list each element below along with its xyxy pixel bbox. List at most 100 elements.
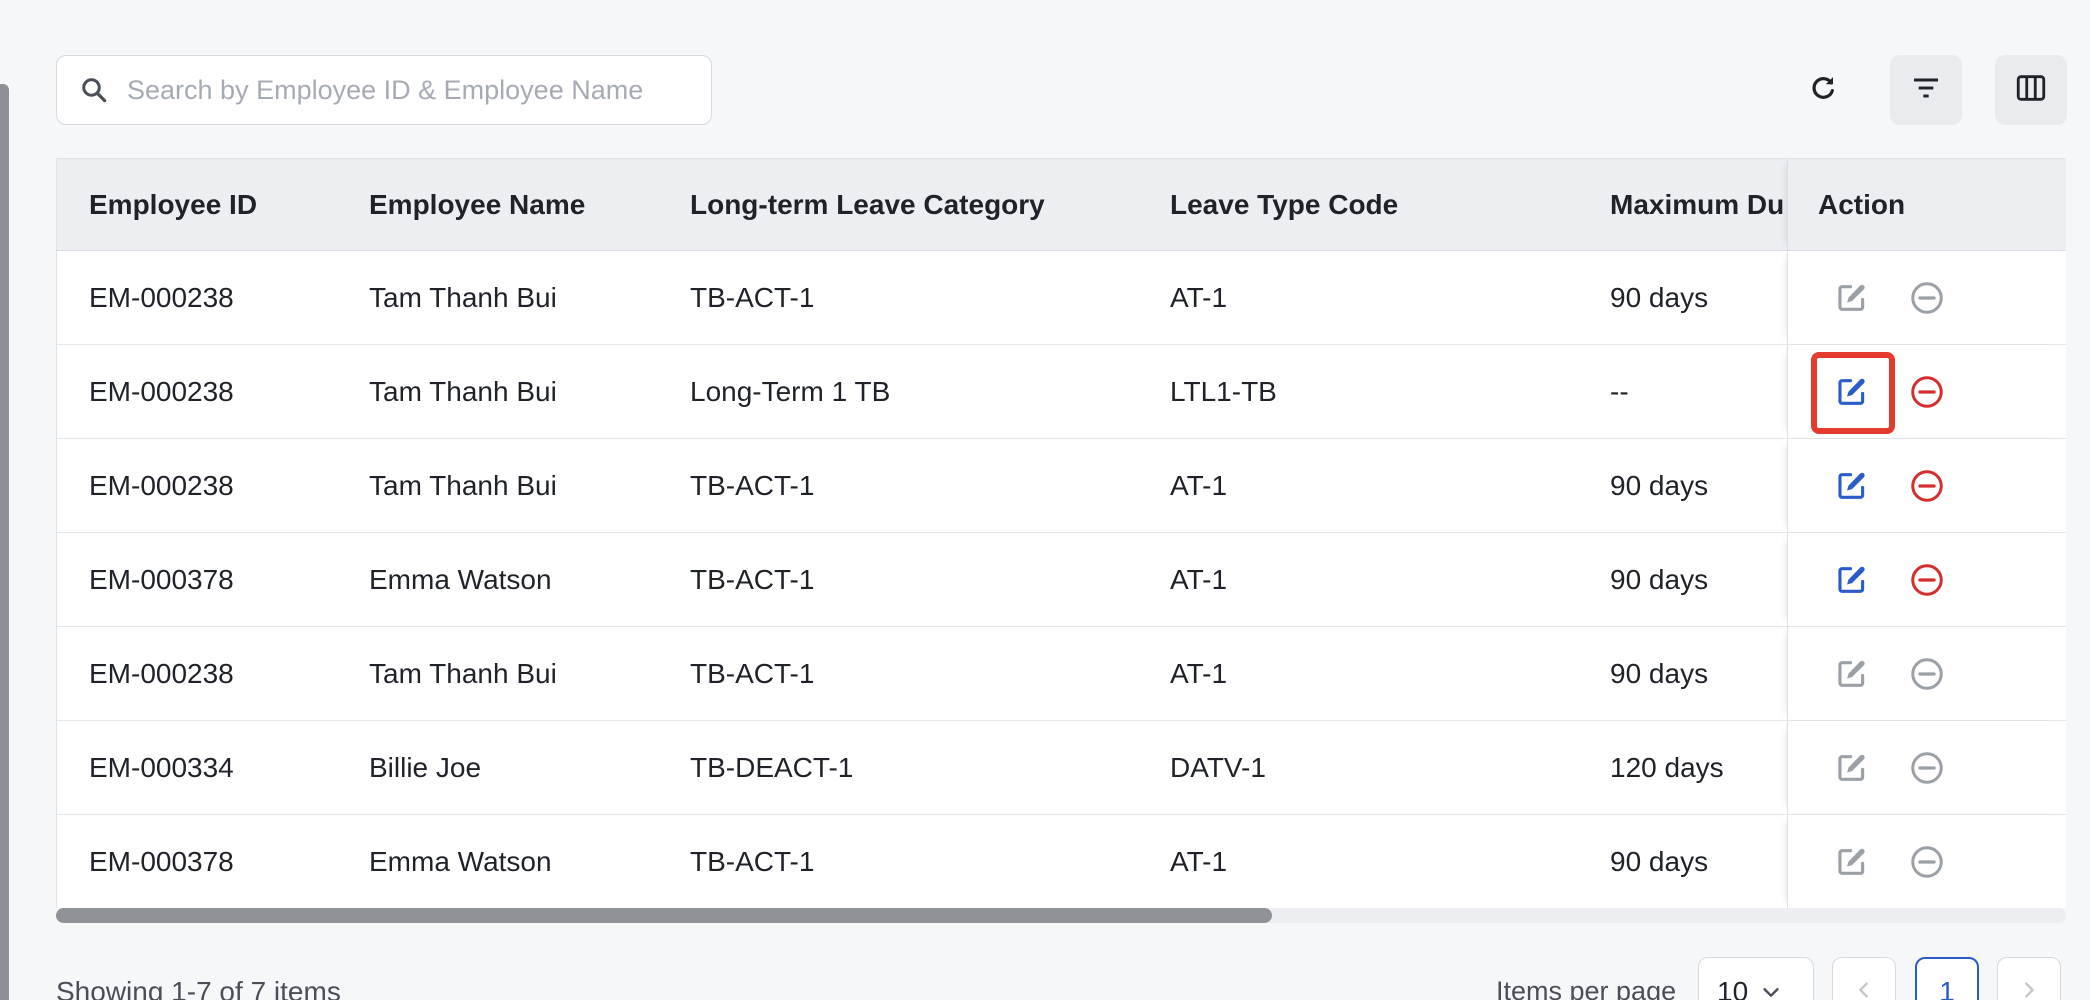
columns-icon: [2014, 71, 2048, 110]
employee-leave-table: Employee ID Employee Name Long-term Leav…: [56, 158, 2066, 908]
minus-circle-icon: [1909, 750, 1945, 786]
cell-maximum-duration: 90 days: [1610, 281, 1709, 313]
column-header-employee-name[interactable]: Employee Name: [369, 159, 669, 250]
cell-employee-id: EM-000238: [89, 469, 234, 501]
cell-employee-id: EM-000334: [89, 751, 234, 783]
cell-employee-id: EM-000238: [89, 281, 234, 313]
scrollbar-track[interactable]: [56, 908, 2066, 923]
items-per-page-select[interactable]: 10: [1698, 957, 1814, 1000]
columns-button[interactable]: [1995, 55, 2067, 125]
previous-page-button[interactable]: [1832, 957, 1896, 1000]
cell-leave-category: TB-ACT-1: [690, 563, 815, 595]
action-header-cell: Action: [1787, 159, 2066, 250]
action-cell: [1787, 251, 2066, 344]
edit-button[interactable]: [1834, 374, 1870, 410]
edit-icon: [1835, 751, 1869, 785]
cell-employee-name: Tam Thanh Bui: [369, 469, 557, 501]
cell-leave-type-code: LTL1-TB: [1170, 375, 1277, 407]
page-button-1[interactable]: 1: [1915, 957, 1979, 1000]
edit-button[interactable]: [1834, 280, 1870, 316]
cell-leave-type-code: AT-1: [1170, 657, 1228, 689]
cell-employee-name: Billie Joe: [369, 751, 482, 783]
remove-button[interactable]: [1909, 844, 1945, 880]
search-box[interactable]: [56, 55, 712, 125]
column-header-maximum-duration[interactable]: Maximum Dur: [1610, 159, 1786, 250]
search-input[interactable]: [127, 74, 667, 106]
column-header-leave-type-code[interactable]: Leave Type Code: [1170, 159, 1570, 250]
cell-leave-category: TB-ACT-1: [690, 845, 815, 877]
cell-leave-type-code: DATV-1: [1170, 751, 1266, 783]
cell-leave-type-code: AT-1: [1170, 469, 1228, 501]
cell-leave-category: Long-Term 1 TB: [690, 375, 891, 407]
action-cell: [1787, 439, 2066, 532]
minus-circle-icon: [1909, 562, 1945, 598]
items-per-page-label: Items per page: [1496, 976, 1677, 1000]
remove-button[interactable]: [1909, 468, 1945, 504]
column-header-action: Action: [1818, 188, 1906, 220]
cell-employee-name: Emma Watson: [369, 845, 552, 877]
edit-icon: [1835, 657, 1869, 691]
chevron-left-icon: [1853, 976, 1875, 1000]
cell-maximum-duration: 90 days: [1610, 563, 1709, 595]
action-cell: [1787, 627, 2066, 720]
table-row: EM-000238 Tam Thanh Bui TB-ACT-1 AT-1 90 day…: [57, 439, 2066, 533]
cell-employee-id: EM-000378: [89, 845, 234, 877]
edit-button[interactable]: [1834, 656, 1870, 692]
cell-employee-id: EM-000378: [89, 563, 234, 595]
edit-icon: [1835, 845, 1869, 879]
column-header-employee-id[interactable]: Employee ID: [89, 159, 339, 250]
chevron-right-icon: [2018, 976, 2040, 1000]
action-cell: [1787, 815, 2066, 908]
cell-maximum-duration: 120 days: [1610, 751, 1724, 783]
edit-icon: [1835, 281, 1869, 315]
edit-button[interactable]: [1834, 750, 1870, 786]
remove-button[interactable]: [1909, 374, 1945, 410]
filter-icon: [1910, 72, 1942, 109]
action-cell: [1787, 533, 2066, 626]
cell-employee-name: Tam Thanh Bui: [369, 281, 557, 313]
edit-button[interactable]: [1834, 562, 1870, 598]
minus-circle-icon: [1909, 844, 1945, 880]
minus-circle-icon: [1909, 656, 1945, 692]
cell-leave-category: TB-ACT-1: [690, 281, 815, 313]
action-cell: [1787, 345, 2066, 438]
next-page-button[interactable]: [1997, 957, 2061, 1000]
pagination-summary: Showing 1-7 of 7 items: [56, 976, 341, 1000]
items-per-page-value: 10: [1717, 976, 1749, 1000]
chevron-down-icon: [1760, 981, 1782, 1000]
cell-maximum-duration: 90 days: [1610, 469, 1709, 501]
cell-leave-category: TB-ACT-1: [690, 657, 815, 689]
minus-circle-icon: [1909, 280, 1945, 316]
scrollbar-thumb[interactable]: [56, 908, 1272, 923]
cell-leave-type-code: AT-1: [1170, 845, 1228, 877]
cell-employee-name: Emma Watson: [369, 563, 552, 595]
table-header-row: Employee ID Employee Name Long-term Leav…: [57, 159, 2066, 251]
edit-button[interactable]: [1834, 844, 1870, 880]
column-header-leave-category[interactable]: Long-term Leave Category: [690, 159, 1130, 250]
table-row: EM-000238 Tam Thanh Bui TB-ACT-1 AT-1 90 day…: [57, 251, 2066, 345]
horizontal-scrollbar[interactable]: [56, 908, 2066, 928]
table-row: EM-000334 Billie Joe TB-DEACT-1 DATV-1 120 d…: [57, 721, 2066, 815]
remove-button[interactable]: [1909, 562, 1945, 598]
remove-button[interactable]: [1909, 750, 1945, 786]
edit-icon: [1835, 375, 1869, 409]
cell-employee-id: EM-000238: [89, 657, 234, 689]
cell-leave-category: TB-DEACT-1: [690, 751, 854, 783]
remove-button[interactable]: [1909, 280, 1945, 316]
edit-icon: [1835, 469, 1869, 503]
action-cell: [1787, 721, 2066, 814]
cell-leave-category: TB-ACT-1: [690, 469, 815, 501]
cell-employee-name: Tam Thanh Bui: [369, 375, 557, 407]
search-icon: [79, 75, 109, 105]
refresh-button[interactable]: [1788, 55, 1858, 125]
table-row: EM-000378 Emma Watson TB-ACT-1 AT-1 90 days: [57, 815, 2066, 908]
refresh-icon: [1807, 72, 1839, 109]
edit-button[interactable]: [1834, 468, 1870, 504]
table-row: EM-000378 Emma Watson TB-ACT-1 AT-1 90 days: [57, 533, 2066, 627]
minus-circle-icon: [1909, 374, 1945, 410]
filter-button[interactable]: [1890, 55, 1962, 125]
remove-button[interactable]: [1909, 656, 1945, 692]
minus-circle-icon: [1909, 468, 1945, 504]
cell-maximum-duration: --: [1610, 375, 1629, 407]
edit-icon: [1835, 563, 1869, 597]
